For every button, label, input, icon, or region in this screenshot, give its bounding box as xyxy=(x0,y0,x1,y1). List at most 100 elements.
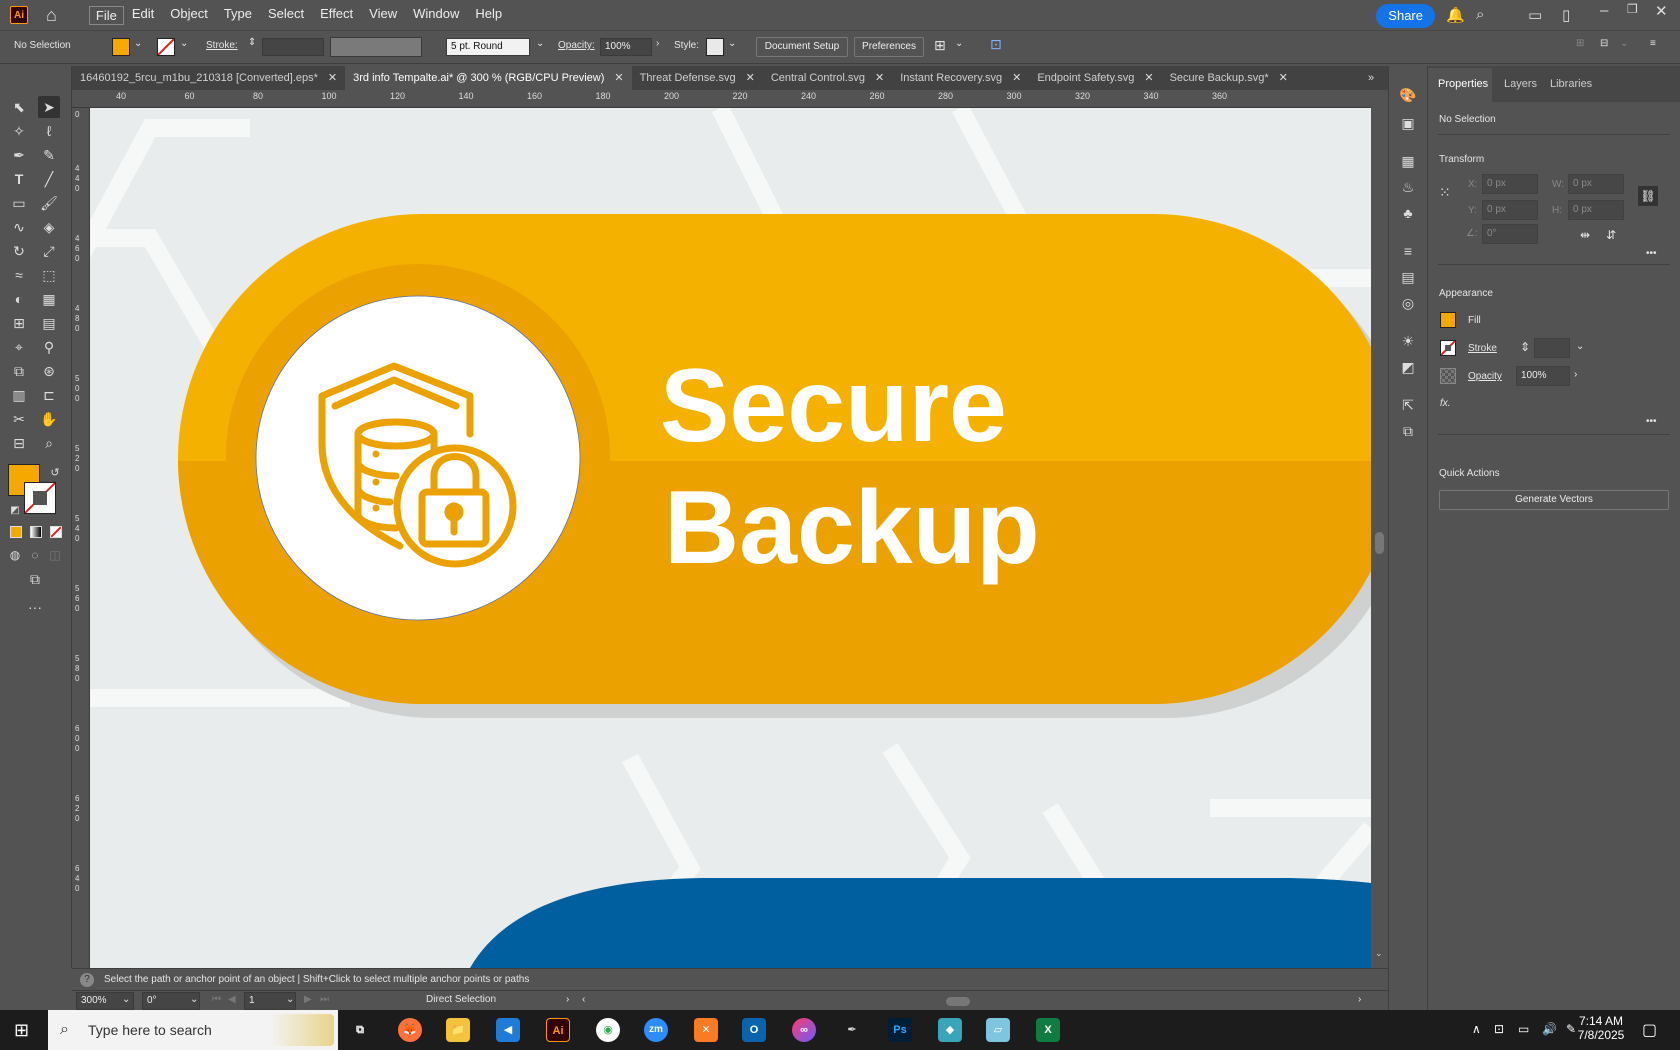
constrain-proportions-icon[interactable]: ⛓ xyxy=(1638,186,1658,206)
draw-normal-icon[interactable]: ◍ xyxy=(4,544,26,566)
type-tool-icon[interactable]: T xyxy=(8,168,30,190)
stroke-swatch[interactable] xyxy=(1440,340,1456,356)
workspace-icon[interactable]: ▯ xyxy=(1562,6,1570,24)
stepper-icon[interactable]: ⇕ xyxy=(248,37,256,48)
close-icon[interactable]: ✕ xyxy=(1655,2,1668,20)
opacity-label[interactable]: Opacity xyxy=(1468,371,1502,382)
tab-document-5[interactable]: Instant Recovery.svg ✕ xyxy=(892,66,1029,90)
brushes-icon[interactable]: ♨ xyxy=(1397,176,1419,198)
more-options-icon[interactable]: ••• xyxy=(1646,248,1657,259)
warp-icon[interactable]: ≈ xyxy=(8,264,30,286)
pen-app-icon[interactable]: ✒ xyxy=(840,1018,864,1042)
network-icon[interactable]: ▭ xyxy=(1518,1022,1529,1036)
menu-select[interactable]: Select xyxy=(260,6,312,25)
close-tab-icon[interactable]: ✕ xyxy=(614,66,623,90)
arrange-icon[interactable]: ▭ xyxy=(1528,6,1542,24)
menu-type[interactable]: Type xyxy=(216,6,260,25)
volume-icon[interactable]: 🔊 xyxy=(1542,1022,1557,1036)
graphic-styles-icon[interactable]: ◩ xyxy=(1397,356,1419,378)
free-transform-icon[interactable]: ⬚ xyxy=(38,264,60,286)
zoom-tool-icon[interactable]: ⌕ xyxy=(38,432,60,454)
file-explorer-icon[interactable]: 📁 xyxy=(446,1018,470,1042)
rectangle-tool-icon[interactable]: ▭ xyxy=(8,192,30,214)
bell-icon[interactable]: 🔔 xyxy=(1446,6,1465,24)
opacity-field[interactable]: 100% xyxy=(600,38,652,56)
chevron-down-icon[interactable]: ⌄ xyxy=(134,38,142,49)
tab-libraries[interactable]: Libraries xyxy=(1550,78,1592,90)
creative-cloud-icon[interactable]: ∞ xyxy=(792,1018,816,1042)
variable-width-profile[interactable] xyxy=(330,37,422,57)
stroke-label[interactable]: Stroke: xyxy=(206,40,238,51)
reference-point-icon[interactable]: ⁙ xyxy=(1439,184,1459,204)
chevron-left-icon[interactable]: ‹ xyxy=(582,994,585,1005)
app-notes-icon[interactable]: ▱ xyxy=(986,1018,1010,1042)
draw-inside-icon[interactable]: ◫ xyxy=(44,544,66,566)
chevron-down-icon[interactable]: ⌄ xyxy=(122,994,130,1005)
default-colors-icon[interactable]: ◩ xyxy=(4,500,26,522)
rotate-icon[interactable]: ↻ xyxy=(8,240,30,262)
next-artboard-icon[interactable]: ▶ xyxy=(304,994,312,1005)
chevron-right-icon[interactable]: › xyxy=(1574,369,1577,380)
none-mode-icon[interactable] xyxy=(50,526,62,538)
chevron-down-icon[interactable]: ⌄ xyxy=(536,38,544,49)
chevron-down-icon[interactable]: ⌄ xyxy=(180,38,188,49)
opacity-field[interactable]: 100% xyxy=(1516,366,1570,386)
close-tab-icon[interactable]: ✕ xyxy=(1012,66,1021,90)
y-field[interactable]: 0 px xyxy=(1482,200,1538,220)
cc-libraries-icon[interactable]: ▣ xyxy=(1397,112,1419,134)
swatches-icon[interactable]: ▦ xyxy=(1397,150,1419,172)
chevron-down-icon[interactable]: ⌄ xyxy=(728,38,736,49)
chevron-down-icon[interactable]: ⌄ xyxy=(1375,948,1383,959)
task-view-icon[interactable]: ⧉ xyxy=(348,1018,372,1042)
print-tiling-icon[interactable]: ⊟ xyxy=(8,432,30,454)
close-tab-icon[interactable]: ✕ xyxy=(1279,66,1288,90)
opacity-label[interactable]: Opacity: xyxy=(558,40,595,51)
menu-effect[interactable]: Effect xyxy=(312,6,361,25)
search-icon[interactable]: ⌕ xyxy=(1476,6,1484,23)
eyedropper-icon[interactable]: ⌖ xyxy=(8,336,30,358)
screen-mode-icon[interactable]: ⧉ xyxy=(24,568,46,590)
home-icon[interactable]: ⌂ xyxy=(46,5,57,26)
stroke-swatch[interactable] xyxy=(157,38,175,56)
magic-wand-icon[interactable]: ✧ xyxy=(8,120,30,142)
gradient-mode-icon[interactable] xyxy=(30,526,42,538)
restore-icon[interactable]: ❐ xyxy=(1627,2,1638,16)
direct-selection-tool-icon[interactable]: ➤ xyxy=(38,96,60,118)
brush-definition[interactable]: 5 pt. Round xyxy=(446,38,530,56)
close-tab-icon[interactable]: ✕ xyxy=(1144,66,1153,90)
taskbar-clock[interactable]: 7:14 AM 7/8/2025 xyxy=(1572,1014,1630,1042)
tab-document-4[interactable]: Central Control.svg ✕ xyxy=(763,66,892,90)
measure-icon[interactable]: ⚲ xyxy=(38,336,60,358)
symbol-sprayer-icon[interactable]: ⊛ xyxy=(38,360,60,382)
chevron-down-icon[interactable]: ⌄ xyxy=(286,994,294,1005)
menu-view[interactable]: View xyxy=(361,6,405,25)
curvature-icon[interactable]: ✎ xyxy=(38,144,60,166)
xampp-icon[interactable]: ✕ xyxy=(694,1018,718,1042)
color-mode-icon[interactable] xyxy=(10,526,22,538)
preferences-button[interactable]: Preferences xyxy=(854,37,924,57)
chevron-down-icon[interactable]: ⌄ xyxy=(190,994,198,1005)
share-button[interactable]: Share xyxy=(1376,4,1435,28)
lasso-icon[interactable]: ℓ xyxy=(38,120,60,142)
flip-vertical-icon[interactable]: ⇵ xyxy=(1606,228,1616,242)
stroke-color-icon[interactable] xyxy=(24,482,56,514)
color-panel-icon[interactable]: 🎨 xyxy=(1397,84,1419,106)
pen-tool-icon[interactable]: ✒ xyxy=(8,144,30,166)
scale-icon[interactable]: ⤢ xyxy=(38,240,60,262)
last-artboard-icon[interactable]: ⏭ xyxy=(320,994,329,1005)
menu-window[interactable]: Window xyxy=(405,6,467,25)
bottom-blue-shape[interactable] xyxy=(470,878,1371,968)
stepper-icon[interactable]: ⇕ xyxy=(1520,340,1530,354)
previous-artboard-icon[interactable]: ◀ xyxy=(228,994,236,1005)
zoom-app-icon[interactable]: zm xyxy=(644,1018,668,1042)
title-line-1[interactable]: Secure xyxy=(660,348,1007,464)
h-field[interactable]: 0 px xyxy=(1568,200,1624,220)
selection-tool-icon[interactable]: ⬉ xyxy=(8,96,30,118)
angle-field[interactable]: 0° xyxy=(1482,224,1538,244)
slice-icon[interactable]: ✂ xyxy=(8,408,30,430)
close-tab-icon[interactable]: ✕ xyxy=(746,66,755,90)
generative-icon[interactable]: ⊡ xyxy=(990,36,1002,53)
illustrator-taskbar-icon[interactable]: Ai xyxy=(546,1018,570,1042)
taskbar-search-box[interactable]: ⌕ Type here to search xyxy=(48,1010,338,1050)
align-icon[interactable]: ⊞ xyxy=(1576,38,1584,49)
